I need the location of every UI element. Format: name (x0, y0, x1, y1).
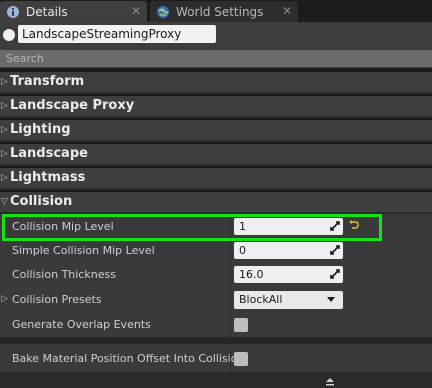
category-collision[interactable]: ▽ Collision (0, 192, 432, 214)
tab-details-label: Details (26, 4, 68, 19)
property-simple-collision-mip-level: Simple Collision Mip Level 0 (0, 239, 432, 263)
actor-icon (3, 29, 15, 41)
drag-spin-icon[interactable] (330, 245, 340, 255)
column-divider[interactable] (230, 263, 231, 287)
property-collision-presets: ▷ Collision Presets BlockAll (0, 288, 432, 312)
chevron-right-icon[interactable]: ▷ (1, 294, 8, 304)
column-divider[interactable] (230, 347, 231, 371)
expand-advanced-icon[interactable] (325, 376, 335, 386)
actor-bar: LandscapeStreamingProxy (0, 22, 432, 52)
highlight-box (2, 214, 382, 241)
chevron-right-icon: ▷ (1, 77, 8, 87)
column-divider[interactable] (230, 288, 231, 312)
chevron-down-icon: ▽ (1, 197, 8, 207)
category-landscape[interactable]: ▷ Landscape (0, 144, 432, 166)
close-icon[interactable]: ✕ (282, 4, 292, 18)
column-divider[interactable] (230, 313, 231, 337)
chevron-right-icon: ▷ (1, 101, 8, 111)
dropdown-arrow-icon (327, 297, 335, 302)
category-lightmass[interactable]: ▷ Lightmass (0, 168, 432, 190)
column-divider[interactable] (230, 239, 231, 263)
generate-overlap-events-checkbox[interactable] (234, 318, 248, 332)
simple-collision-mip-level-field[interactable]: 0 (234, 242, 343, 259)
advanced-expander[interactable] (0, 372, 432, 388)
drag-spin-icon[interactable] (330, 269, 340, 279)
chevron-right-icon: ▷ (1, 173, 8, 183)
tab-details[interactable]: Details ✕ (0, 1, 147, 22)
globe-icon (156, 5, 170, 19)
section-divider (0, 337, 432, 344)
details-icon (6, 5, 20, 19)
chevron-right-icon: ▷ (1, 149, 8, 159)
category-landscape-proxy[interactable]: ▷ Landscape Proxy (0, 96, 432, 118)
close-icon[interactable]: ✕ (131, 4, 141, 18)
chevron-right-icon: ▷ (1, 125, 8, 135)
bake-material-position-offset-checkbox[interactable] (234, 352, 248, 366)
search-row: Search (0, 50, 432, 68)
collision-presets-dropdown[interactable]: BlockAll (234, 291, 343, 309)
property-generate-overlap-events: Generate Overlap Events (0, 313, 432, 337)
property-collision-thickness: Collision Thickness 16.0 (0, 263, 432, 287)
tab-world-settings-label: World Settings (176, 4, 264, 19)
tab-bar: Details ✕ World Settings ✕ (0, 0, 432, 22)
tab-world-settings[interactable]: World Settings ✕ (150, 1, 298, 22)
search-input[interactable]: Search (0, 50, 432, 67)
actor-name-field[interactable]: LandscapeStreamingProxy (18, 25, 216, 43)
property-bake-material-position-offset: Bake Material Position Offset Into Colli… (0, 347, 432, 371)
category-transform[interactable]: ▷ Transform (0, 72, 432, 94)
collision-thickness-field[interactable]: 16.0 (234, 266, 343, 283)
category-lighting[interactable]: ▷ Lighting (0, 120, 432, 142)
